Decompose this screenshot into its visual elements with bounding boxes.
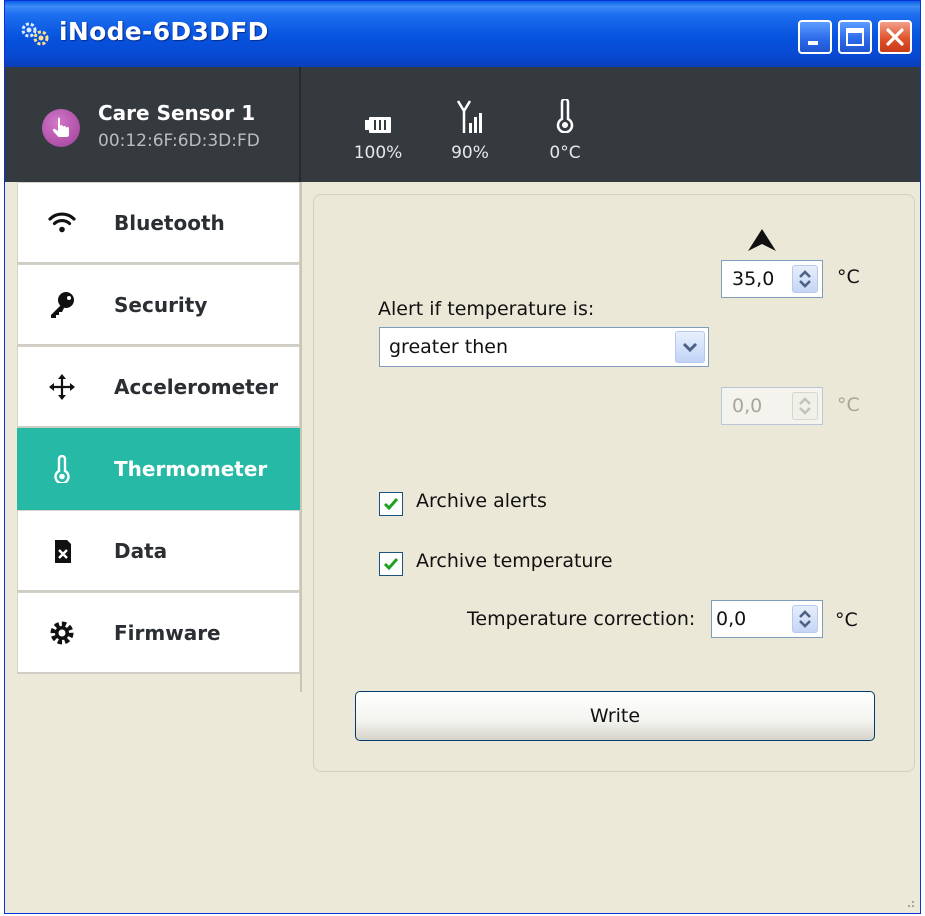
thermometer-settings-panel [313, 194, 915, 772]
close-icon [886, 28, 904, 46]
temperature-reading: 0°C [549, 143, 581, 163]
key-icon [51, 292, 74, 318]
temperature-correction-unit: °C [835, 609, 858, 631]
device-header: Care Sensor 1 00:12:6F:6D:3D:FD 100% 90%… [5, 67, 920, 182]
write-button[interactable]: Write [355, 691, 875, 741]
sidebar-item-label: Data [114, 539, 168, 563]
temperature-correction-value: 0,0 [716, 608, 747, 630]
spin-arrows-icon [799, 610, 811, 628]
app-window: iNode-6D3DFD Care Sensor 1 00:12:6F:6D:3… [4, 0, 921, 914]
signal-antenna-icon [456, 100, 482, 133]
sidebar-item-label: Firmware [114, 621, 221, 645]
maximize-icon [846, 28, 864, 46]
sidebar-item-security[interactable]: Security [17, 264, 300, 346]
archive-alerts-label: Archive alerts [416, 490, 547, 512]
dropdown-button[interactable] [675, 331, 705, 363]
spin-arrows-icon [799, 397, 811, 415]
battery-icon [365, 117, 391, 133]
battery-status: 100% [338, 97, 418, 163]
device-name: Care Sensor 1 [98, 101, 256, 125]
sidebar-item-label: Accelerometer [114, 375, 279, 399]
sidebar-item-accelerometer[interactable]: Accelerometer [17, 346, 300, 428]
sidebar: Bluetooth Security Accelerometer Thermom… [17, 182, 300, 674]
sidebar-item-firmware[interactable]: Firmware [17, 592, 300, 674]
sidebar-item-label: Security [114, 293, 208, 317]
upper-threshold-stepper[interactable] [792, 265, 818, 293]
lower-threshold-value: 0,0 [732, 395, 763, 417]
temperature-status: 0°C [525, 97, 605, 163]
chevron-down-icon [682, 342, 698, 353]
lower-threshold-stepper[interactable] [792, 392, 818, 420]
thermometer-icon [556, 99, 574, 133]
sidebar-item-bluetooth[interactable]: Bluetooth [17, 182, 300, 264]
alert-condition-label: Alert if temperature is: [378, 298, 595, 320]
temperature-correction-spinbox[interactable]: 0,0 [711, 600, 823, 638]
temperature-correction-label: Temperature correction: [467, 608, 696, 630]
gears-icon [21, 22, 49, 46]
signal-level: 90% [451, 143, 489, 163]
sidebar-item-label: Bluetooth [114, 211, 225, 235]
upper-threshold-spinbox[interactable]: 35,0 [721, 260, 823, 298]
archive-temperature-checkbox[interactable] [379, 552, 403, 576]
close-button[interactable] [878, 20, 912, 54]
window-title: iNode-6D3DFD [59, 17, 269, 46]
sidebar-item-label: Thermometer [114, 457, 268, 481]
header-divider [299, 67, 301, 182]
upper-threshold-arrow-icon [748, 229, 776, 251]
spin-arrows-icon [799, 270, 811, 288]
sd-card-icon [55, 540, 71, 563]
wifi-icon [48, 212, 76, 233]
move-arrows-icon [49, 374, 75, 400]
device-mac-address: 00:12:6F:6D:3D:FD [98, 131, 260, 151]
lower-threshold-unit: °C [837, 394, 860, 416]
archive-alerts-checkbox[interactable] [379, 492, 403, 516]
alert-condition-select[interactable]: greater then [379, 327, 709, 367]
upper-threshold-unit: °C [837, 266, 860, 288]
device-avatar [42, 109, 80, 147]
gear-icon [50, 621, 74, 645]
upper-threshold-value: 35,0 [732, 268, 775, 290]
lower-threshold-spinbox[interactable]: 0,0 [721, 387, 823, 425]
sidebar-item-data[interactable]: Data [17, 510, 300, 592]
sidebar-item-thermometer[interactable]: Thermometer [17, 428, 300, 510]
checkmark-icon [383, 558, 399, 571]
archive-temperature-label: Archive temperature [416, 550, 613, 572]
temperature-correction-stepper[interactable] [792, 605, 818, 633]
minimize-button[interactable] [798, 20, 832, 54]
battery-level: 100% [353, 143, 403, 163]
sidebar-divider [300, 182, 302, 692]
resize-grip-icon[interactable] [902, 895, 916, 909]
signal-status: 90% [430, 97, 510, 163]
title-bar[interactable]: iNode-6D3DFD [5, 1, 920, 67]
alert-condition-value: greater then [389, 336, 509, 358]
checkmark-icon [383, 498, 399, 511]
minimize-icon [808, 41, 818, 45]
hand-pointer-icon [52, 117, 69, 137]
maximize-button[interactable] [838, 20, 872, 54]
thermometer-icon [54, 455, 70, 483]
